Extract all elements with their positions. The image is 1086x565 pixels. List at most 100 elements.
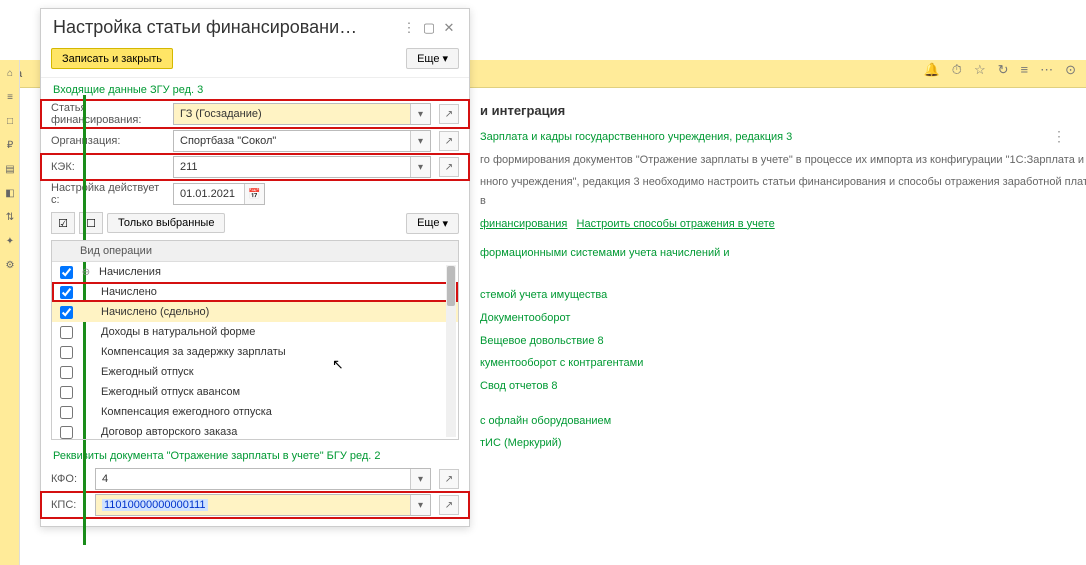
- bg-link[interactable]: кументооборот с контрагентами: [480, 354, 1086, 373]
- row-label: Начисления: [93, 266, 452, 278]
- dialog-title: Настройка статьи финансировани…: [53, 17, 399, 38]
- bg-link[interactable]: Свод отчетов 8: [480, 377, 1086, 396]
- bg-text: го формирования документов "Отражение за…: [480, 151, 1086, 170]
- row-label: Компенсация за задержку зарплаты: [79, 346, 452, 358]
- field-date: Настройка действует с: 01.01.2021 📅: [41, 180, 469, 208]
- row-checkbox[interactable]: [60, 266, 73, 279]
- bg-section-header: и интеграция: [480, 100, 1086, 122]
- bg-link[interactable]: формационными системами учета начислений…: [480, 244, 1086, 263]
- table-row[interactable]: Компенсация за задержку зарплаты: [52, 342, 458, 362]
- table-row[interactable]: Начислено: [52, 282, 458, 302]
- bg-link[interactable]: Вещевое довольствие 8: [480, 332, 1086, 351]
- sidebar-icon[interactable]: ⇅: [2, 212, 18, 228]
- open-ref-icon[interactable]: ↗: [439, 104, 459, 124]
- sidebar-icon[interactable]: ≡: [2, 92, 18, 108]
- table-row[interactable]: Ежегодный отпуск: [52, 362, 458, 382]
- row-checkbox[interactable]: [60, 306, 73, 319]
- dialog-menu-icon[interactable]: ⋮: [399, 20, 419, 36]
- open-ref-icon[interactable]: ↗: [439, 469, 459, 489]
- table-toolbar: ☑ ☐ Только выбранные Еще ▾: [41, 208, 469, 238]
- table-row[interactable]: Компенсация ежегодного отпуска: [52, 402, 458, 422]
- sidebar-icon[interactable]: ▤: [2, 164, 18, 180]
- sidebar-icon[interactable]: □: [2, 116, 18, 132]
- dropdown-icon[interactable]: ▾: [410, 104, 430, 124]
- operation-table: Вид операции ⊖НачисленияНачисленоНачисле…: [51, 240, 459, 440]
- check-all-icon[interactable]: ☑: [51, 212, 75, 234]
- save-close-button[interactable]: Записать и закрыть: [51, 48, 173, 69]
- dropdown-icon[interactable]: ▾: [410, 131, 430, 151]
- kps-input[interactable]: 11010000000000111 ▾: [95, 494, 431, 516]
- org-label: Организация:: [51, 135, 169, 147]
- bg-text: нного учреждения", редакция 3 необходимо…: [480, 173, 1086, 210]
- chevron-down-icon: ▾: [442, 52, 448, 65]
- sidebar-icon[interactable]: ⌂: [2, 68, 18, 84]
- table-row[interactable]: Договор авторского заказа: [52, 422, 458, 440]
- row-label: Начислено (сдельно): [79, 306, 452, 318]
- bg-link[interactable]: тИС (Меркурий): [480, 434, 1086, 453]
- row-checkbox[interactable]: [60, 386, 73, 399]
- table-row[interactable]: ⊖Начисления: [52, 262, 458, 282]
- kek-input[interactable]: 211 ▾: [173, 156, 431, 178]
- row-label: Договор авторского заказа: [79, 426, 452, 438]
- open-ref-icon[interactable]: ↗: [439, 495, 459, 515]
- row-label: Доходы в натуральной форме: [79, 326, 452, 338]
- dropdown-icon[interactable]: ▾: [410, 495, 430, 515]
- bg-link[interactable]: стемой учета имущества: [480, 286, 1086, 305]
- star-icon[interactable]: ☆: [974, 62, 986, 78]
- row-label: Ежегодный отпуск авансом: [79, 386, 452, 398]
- row-checkbox[interactable]: [60, 426, 73, 439]
- bg-link-reflection[interactable]: Настроить способы отражения в учете: [577, 218, 775, 230]
- row-checkbox[interactable]: [60, 366, 73, 379]
- kfo-input[interactable]: 4 ▾: [95, 468, 431, 490]
- collapse-icon[interactable]: ⊖: [79, 267, 93, 278]
- left-sidebar: ⌂ ≡ □ ₽ ▤ ◧ ⇅ ✦ ⚙: [0, 60, 20, 565]
- fin-article-input[interactable]: ГЗ (Госзадание) ▾: [173, 103, 431, 125]
- dialog-close-icon[interactable]: ✕: [439, 20, 459, 36]
- row-checkbox[interactable]: [60, 286, 73, 299]
- table-row[interactable]: Доходы в натуральной форме: [52, 322, 458, 342]
- sidebar-icon[interactable]: ₽: [2, 140, 18, 156]
- scrollbar[interactable]: [446, 265, 456, 437]
- table-row[interactable]: Начислено (сдельно): [52, 302, 458, 322]
- only-selected-button[interactable]: Только выбранные: [107, 213, 225, 233]
- field-kps: КПС: 11010000000000111 ▾ ↗: [41, 492, 469, 518]
- fin-article-label: Статья финансирования:: [51, 102, 169, 126]
- section-incoming: Входящие данные ЗГУ ред. 3: [41, 78, 469, 100]
- more-icon[interactable]: ⋯: [1040, 62, 1053, 78]
- calendar-icon[interactable]: 📅: [244, 184, 264, 204]
- table-more-button[interactable]: Еще ▾: [406, 213, 459, 234]
- sidebar-icon[interactable]: ⚙: [2, 260, 18, 276]
- dropdown-icon[interactable]: ▾: [410, 469, 430, 489]
- row-label: Компенсация ежегодного отпуска: [79, 406, 452, 418]
- page-menu-icon[interactable]: ⋮: [1052, 128, 1066, 145]
- bell-icon[interactable]: 🔔: [924, 62, 940, 78]
- sidebar-icon[interactable]: ◧: [2, 188, 18, 204]
- row-label: Начислено: [79, 286, 452, 298]
- dropdown-icon[interactable]: ▾: [410, 157, 430, 177]
- dialog-titlebar: Настройка статьи финансировани… ⋮ ▢ ✕: [41, 9, 469, 44]
- open-ref-icon[interactable]: ↗: [439, 131, 459, 151]
- bg-link-financing[interactable]: финансирования: [480, 218, 567, 230]
- dialog-maximize-icon[interactable]: ▢: [419, 20, 439, 36]
- menu-icon[interactable]: ≡: [1021, 62, 1029, 78]
- table-row[interactable]: Ежегодный отпуск авансом: [52, 382, 458, 402]
- bg-link[interactable]: Зарплата и кадры государственного учрежд…: [480, 128, 1086, 147]
- row-checkbox[interactable]: [60, 326, 73, 339]
- bg-link[interactable]: Документооборот: [480, 309, 1086, 328]
- row-checkbox[interactable]: [60, 346, 73, 359]
- section-requisites: Реквизиты документа "Отражение зарплаты …: [41, 442, 469, 466]
- row-checkbox[interactable]: [60, 406, 73, 419]
- top-icon-strip: 🔔 ⏱ ☆ ↻ ≡ ⋯ ⊙: [924, 62, 1076, 78]
- refresh-icon[interactable]: ↻: [998, 62, 1009, 78]
- chevron-down-icon: ▾: [442, 217, 448, 230]
- circle-icon[interactable]: ⊙: [1065, 62, 1076, 78]
- org-input[interactable]: Спортбаза "Сокол" ▾: [173, 130, 431, 152]
- open-ref-icon[interactable]: ↗: [439, 157, 459, 177]
- kek-label: КЭК:: [51, 161, 169, 173]
- more-button[interactable]: Еще ▾: [406, 48, 459, 69]
- dialog-toolbar: Записать и закрыть Еще ▾: [41, 44, 469, 78]
- date-input[interactable]: 01.01.2021 📅: [173, 183, 265, 205]
- bg-link[interactable]: с офлайн оборудованием: [480, 412, 1086, 431]
- sidebar-icon[interactable]: ✦: [2, 236, 18, 252]
- history-icon[interactable]: ⏱: [952, 62, 962, 78]
